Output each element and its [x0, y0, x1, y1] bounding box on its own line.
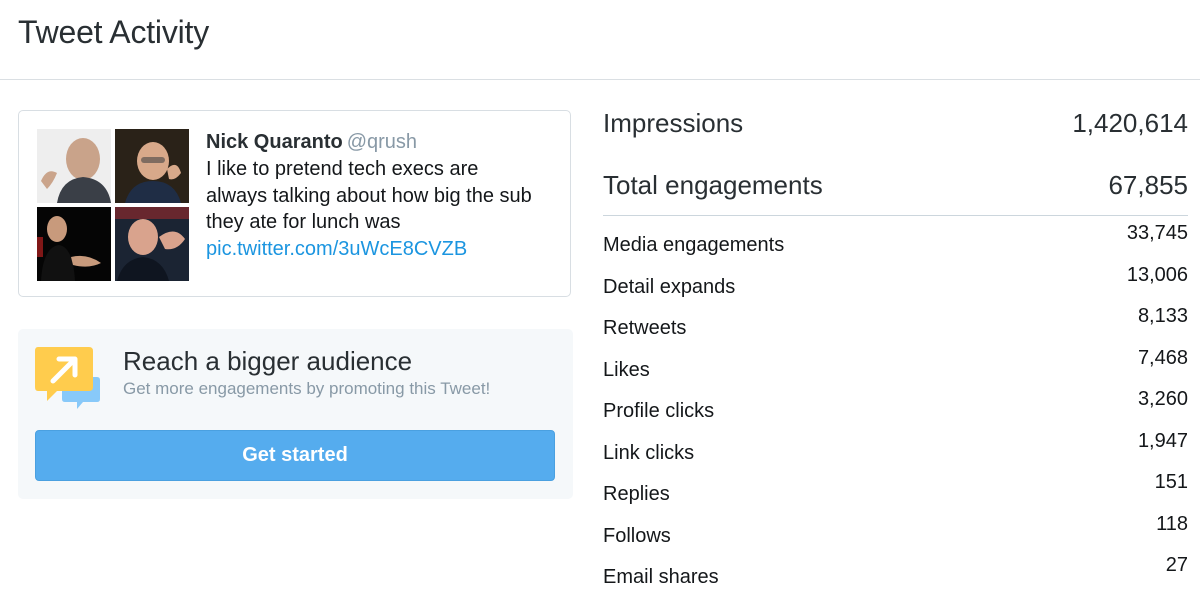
metric-value: 3,260 — [1137, 388, 1188, 410]
metric-row: Link clicks 1,947 — [603, 430, 1188, 472]
tweet-card[interactable]: Nick Quaranto @qrush I like to pretend te… — [18, 110, 571, 297]
get-started-button[interactable]: Get started — [35, 430, 555, 481]
metric-label: Retweets — [603, 317, 687, 339]
impressions-metric: Impressions 1,420,614 — [603, 100, 1188, 162]
promote-panel: Reach a bigger audience Get more engagem… — [18, 329, 573, 499]
metrics-panel: Impressions 1,420,614 Total engagements … — [603, 100, 1188, 594]
tweet-media-link[interactable]: pic.twitter.com/3uWcE8CVZB — [206, 236, 467, 262]
page-title: Tweet Activity — [18, 14, 210, 50]
person-photo-icon — [115, 207, 189, 281]
tweet-media-grid[interactable] — [37, 129, 189, 281]
metric-value: 7,468 — [1137, 346, 1188, 369]
metric-label: Likes — [603, 358, 650, 381]
media-thumbnail[interactable] — [37, 129, 111, 203]
metric-row: Detail expands 13,006 — [603, 264, 1188, 306]
metric-value: 67,855 — [1108, 170, 1188, 200]
metric-label: Link clicks — [603, 441, 695, 464]
tweet-text-line: they ate for lunch was — [206, 211, 401, 233]
metric-row: Follows 118 — [603, 513, 1188, 555]
metric-value: 27 — [1165, 554, 1188, 576]
metric-value: 1,947 — [1137, 429, 1188, 452]
person-photo-icon — [115, 129, 189, 203]
promo-title: Reach a bigger audience — [123, 346, 413, 376]
metric-row: Retweets 8,133 — [603, 305, 1188, 347]
tweet-author: Nick Quaranto @qrush — [206, 129, 561, 155]
person-photo-icon — [37, 207, 111, 281]
metric-label: Email shares — [603, 566, 719, 588]
tweet-body: Nick Quaranto @qrush I like to pretend te… — [206, 129, 561, 262]
metric-row: Likes 7,468 — [603, 347, 1188, 389]
metric-row: Email shares 27 — [603, 554, 1188, 594]
media-thumbnail[interactable] — [37, 207, 111, 281]
metric-value: 118 — [1156, 512, 1188, 535]
tweet-text-line: I like to pretend tech execs are — [206, 158, 479, 180]
metric-row: Media engagements 33,745 — [603, 222, 1188, 264]
author-handle[interactable]: @qrush — [347, 131, 417, 153]
metric-label: Total engagements — [603, 170, 823, 200]
person-photo-icon — [37, 129, 111, 203]
metric-label: Follows — [603, 524, 671, 547]
metric-row: Replies 151 — [603, 471, 1188, 513]
metric-value: 33,745 — [1126, 222, 1188, 244]
metric-value: 8,133 — [1137, 305, 1188, 327]
promo-subtitle: Get more engagements by promoting this T… — [123, 379, 491, 398]
metric-value: 1,420,614 — [1072, 108, 1188, 138]
tweet-text: I like to pretend tech execs are always … — [206, 156, 561, 236]
header: Tweet Activity — [0, 0, 1200, 80]
promote-arrow-icon — [35, 347, 101, 409]
media-thumbnail[interactable] — [115, 207, 189, 281]
media-thumbnail[interactable] — [115, 129, 189, 203]
tweet-activity-page: Tweet Activity Nick Quaranto @qrush I li… — [0, 0, 1200, 594]
metric-label: Profile clicks — [603, 400, 715, 422]
total-engagements-metric: Total engagements 67,855 — [603, 162, 1188, 224]
metric-label: Impressions — [603, 108, 744, 138]
metric-row: Profile clicks 3,260 — [603, 388, 1188, 430]
metric-label: Replies — [603, 483, 670, 505]
metric-value: 13,006 — [1126, 263, 1188, 286]
author-name[interactable]: Nick Quaranto — [206, 131, 343, 153]
metric-value: 151 — [1154, 471, 1188, 493]
metric-label: Media engagements — [603, 234, 785, 256]
metric-label: Detail expands — [603, 275, 736, 298]
tweet-text-line: always talking about how big the sub — [206, 184, 532, 207]
